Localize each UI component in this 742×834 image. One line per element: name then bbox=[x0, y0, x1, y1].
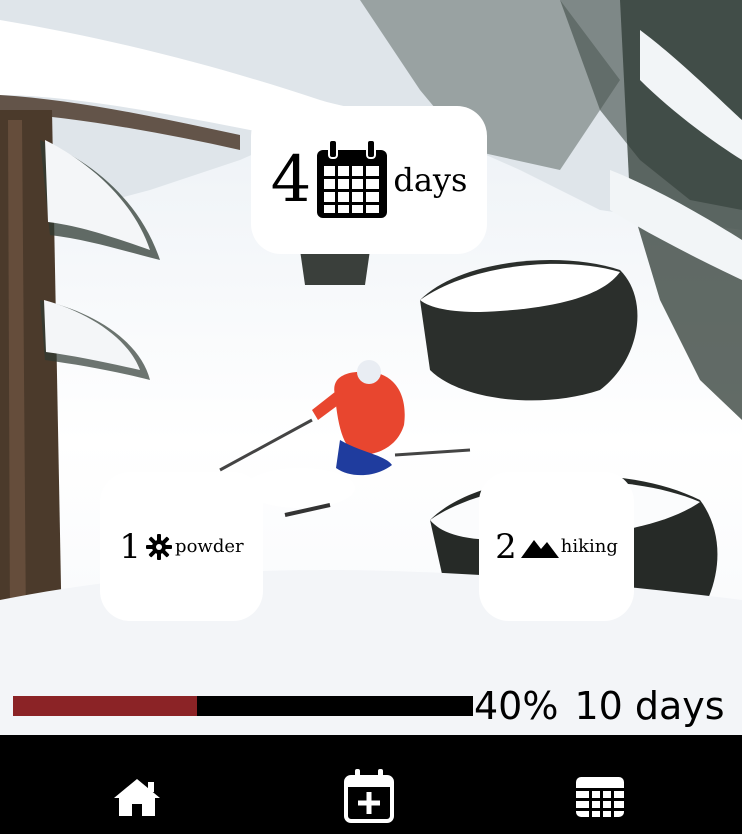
bottom-nav bbox=[0, 735, 742, 834]
nav-calendar-button[interactable] bbox=[573, 770, 627, 824]
home-icon bbox=[112, 776, 162, 818]
calendar-add-icon bbox=[343, 769, 395, 823]
progress-text: 40% 10 days bbox=[474, 683, 725, 729]
powder-label: powder bbox=[175, 536, 244, 557]
hiking-card: 2 hiking bbox=[479, 472, 634, 621]
progress-goal: 10 days bbox=[574, 684, 725, 728]
hiking-label: hiking bbox=[560, 536, 618, 557]
calendar-icon bbox=[315, 140, 389, 220]
days-label: days bbox=[393, 161, 468, 199]
grid-icon bbox=[574, 775, 626, 819]
nav-add-day-button[interactable] bbox=[342, 769, 396, 823]
progress-fill bbox=[13, 696, 197, 716]
progress-bar bbox=[13, 696, 473, 716]
powder-count: 1 bbox=[119, 526, 142, 567]
progress-percent: 40% bbox=[474, 684, 559, 728]
days-count: 4 bbox=[270, 143, 312, 217]
days-card: 4 days bbox=[251, 106, 487, 254]
mountain-icon bbox=[520, 536, 559, 558]
nav-home-button[interactable] bbox=[110, 770, 164, 824]
powder-card: 1 powder bbox=[100, 472, 263, 621]
hiking-count: 2 bbox=[495, 526, 517, 567]
snowflake-icon bbox=[145, 533, 173, 561]
